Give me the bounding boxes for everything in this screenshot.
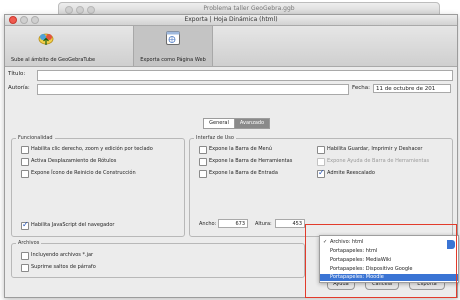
toolbar: Sube al ámbito de GeoGebraTube Exporta c… xyxy=(5,26,457,67)
title-field[interactable] xyxy=(37,70,453,81)
include-jar-label: Incluyendo archivos *.jar xyxy=(31,252,94,258)
width-label: Ancho: xyxy=(199,221,217,227)
tab-general[interactable]: General xyxy=(203,118,235,129)
files-legend: Archivos xyxy=(18,240,40,246)
upload-cloud-icon xyxy=(38,33,54,45)
menu-bar-checkbox[interactable] xyxy=(199,146,207,154)
webpage-icon xyxy=(166,31,180,45)
suppress-line-breaks-label: Suprime saltos de párrafo xyxy=(31,264,96,270)
dialog-title: Exporta | Hoja Dinámica (html) xyxy=(184,16,278,23)
width-field[interactable]: 673 xyxy=(218,219,248,228)
reset-icon-label: Expone Ícono de Reinicio de Construcción xyxy=(31,170,136,176)
title-label: Título: xyxy=(8,71,26,77)
enable-right-click-checkbox[interactable] xyxy=(21,146,29,154)
annotation-highlight-box xyxy=(305,224,457,298)
dialog-titlebar: Exporta | Hoja Dinámica (html) xyxy=(5,15,457,26)
toolbar-help-label: Expone Ayuda de Barra de Herramientas xyxy=(327,158,430,164)
browser-javascript-checkbox[interactable] xyxy=(21,220,29,230)
functionality-legend: Funcionalidad xyxy=(18,135,53,141)
toolbar-checkbox[interactable] xyxy=(199,158,207,166)
author-label: Autoría: xyxy=(8,85,30,91)
interface-legend: Interfaz de Uso xyxy=(196,135,234,141)
enable-right-click-label: Habilita clic derecho, zoom y edición po… xyxy=(31,146,153,152)
browser-javascript-label: Habilita JavaScript del navegador xyxy=(31,222,115,228)
label-dragging-checkbox[interactable] xyxy=(21,158,29,166)
toolbar-label: Expone la Barra de Herramientas xyxy=(209,158,293,164)
author-field[interactable] xyxy=(37,84,349,95)
allow-rescaling-checkbox[interactable] xyxy=(317,168,325,178)
files-group: Archivos xyxy=(11,240,305,278)
save-print-undo-checkbox[interactable] xyxy=(317,146,325,154)
date-label: Fecha: xyxy=(352,85,370,91)
upload-geogebratube-label: Sube al ámbito de GeoGebraTube xyxy=(11,57,96,63)
save-print-undo-label: Habilita Guardar, Imprimir y Deshacer xyxy=(327,146,423,152)
height-label: Altura: xyxy=(255,221,272,227)
include-jar-checkbox[interactable] xyxy=(21,252,29,260)
suppress-line-breaks-checkbox[interactable] xyxy=(21,264,29,272)
export-webpage-button[interactable]: Exporta como Página Web xyxy=(133,26,213,66)
export-webpage-label: Exporta como Página Web xyxy=(140,57,206,63)
allow-rescaling-label: Admite Reescalado xyxy=(327,170,375,176)
toolbar-help-checkbox xyxy=(317,158,325,166)
input-bar-checkbox[interactable] xyxy=(199,170,207,178)
input-bar-label: Expone la Barra de Entrada xyxy=(209,170,278,176)
height-field[interactable]: 453 xyxy=(275,219,305,228)
tab-advanced[interactable]: Avanzado xyxy=(234,118,270,129)
label-dragging-label: Activa Desplazamiento de Rótulos xyxy=(31,158,117,164)
menu-bar-label: Expone la Barra de Menú xyxy=(209,146,272,152)
background-window-title: Problema taller GeoGebra.ggb xyxy=(203,5,295,12)
reset-icon-checkbox[interactable] xyxy=(21,170,29,178)
date-field[interactable]: 11 de octubre de 201 xyxy=(373,84,451,93)
upload-geogebratube-button[interactable]: Sube al ámbito de GeoGebraTube xyxy=(11,26,96,66)
